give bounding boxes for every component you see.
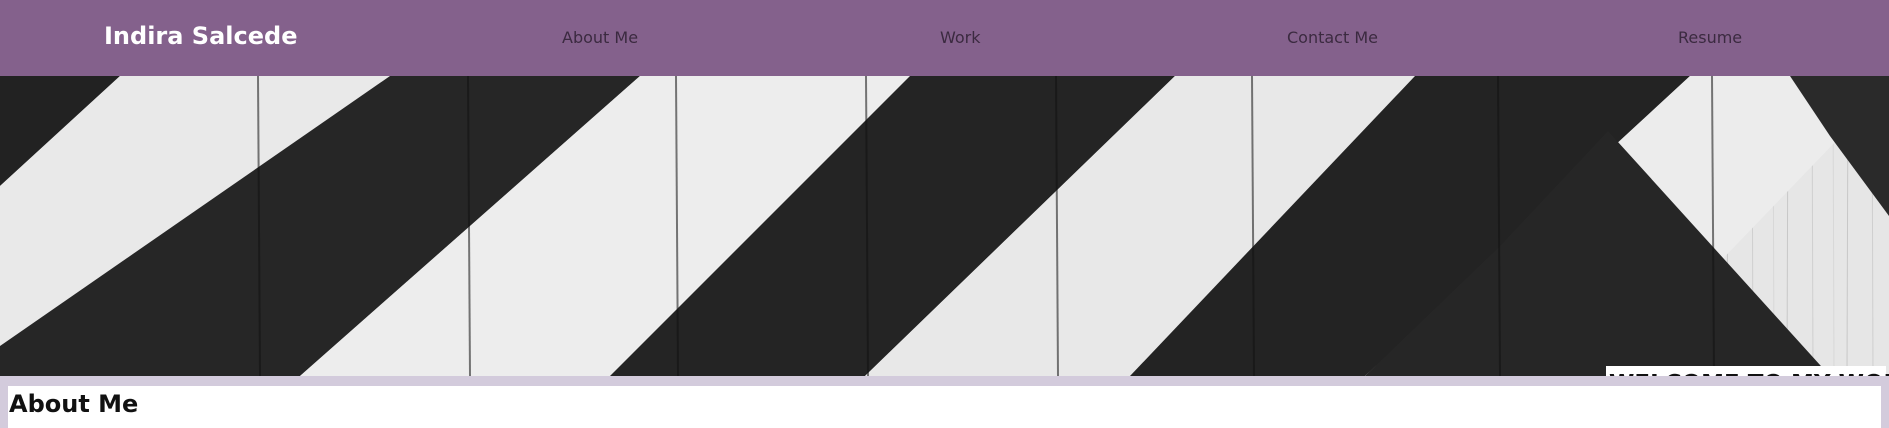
nav-link-resume[interactable]: Resume	[1678, 28, 1742, 47]
about-card: About Me	[8, 386, 1881, 428]
striped-wood-image	[0, 76, 1889, 376]
section-divider	[0, 376, 1889, 386]
navbar: Indira Salcede About Me Work Contact Me …	[0, 0, 1889, 76]
about-heading: About Me	[9, 390, 139, 418]
nav-link-contact-me[interactable]: Contact Me	[1287, 28, 1378, 47]
nav-link-work[interactable]: Work	[940, 28, 981, 47]
brand-link[interactable]: Indira Salcede	[104, 22, 297, 50]
about-section: About Me	[0, 386, 1889, 428]
hero-banner: WELCOME TO MY WORLD	[0, 76, 1889, 376]
welcome-banner-text: WELCOME TO MY WORLD	[1606, 366, 1889, 376]
nav-link-about-me[interactable]: About Me	[562, 28, 638, 47]
